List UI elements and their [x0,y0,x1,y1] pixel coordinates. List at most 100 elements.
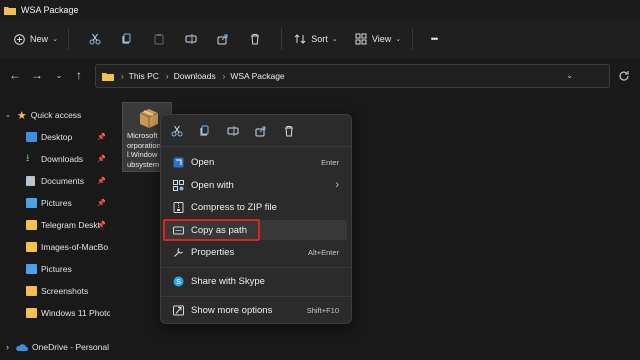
share-icon [255,126,266,137]
arrow-right-icon: → [31,68,43,82]
download-arrow-icon: ⭳ [26,152,30,164]
menu-item-label: Show more options [191,304,273,316]
up-button[interactable]: ↑ [72,68,86,82]
show-more-icon [173,305,184,315]
menu-item-shortcut: Enter [321,157,339,167]
arrow-up-icon: ↑ [76,68,82,82]
more-options-button[interactable]: ••• [419,26,449,52]
menu-item-open-with[interactable]: Open with › [165,175,347,195]
folder-icon [4,6,16,15]
sidebar-item-documents[interactable]: Documents 📌 [0,170,110,192]
sidebar-item-label: Windows 11 Photo [41,308,110,318]
sidebar-item-windows-11-photos[interactable]: Windows 11 Photo [0,302,110,324]
sidebar-item-images-of-macbook[interactable]: Images-of-MacBo [0,236,110,258]
copy-button[interactable] [111,26,143,52]
share-icon [217,34,228,45]
rename-icon [227,126,239,136]
command-bar: New ⌄ Sort ⌄ View ⌄ ••• [0,20,640,58]
cut-button[interactable] [79,26,111,52]
forward-button[interactable]: → [30,68,44,82]
svg-text:S: S [176,279,181,286]
copy-button[interactable] [197,123,213,139]
view-button[interactable]: View ⌄ [350,26,406,52]
folder-icon [26,286,37,296]
chevron-right-icon: › [335,179,339,191]
address-bar[interactable]: › This PC › Downloads › WSA Package ⌄ [95,64,629,88]
menu-item-label: Share with Skype [191,275,265,287]
package-icon [139,109,159,128]
sidebar-item-quick-access[interactable]: ⌄ ★ Quick access [0,104,110,126]
menu-item-shortcut: Shift+F10 [306,305,339,315]
sidebar-item-label: Quick access [30,110,82,120]
pin-icon: 📌 [97,222,106,229]
menu-item-show-more-options[interactable]: Show more options Shift+F10 [165,300,347,320]
sidebar-item-telegram-desktop[interactable]: Telegram Deskt 📌 [0,214,110,236]
pin-icon: 📌 [97,178,106,185]
menu-item-compress-zip[interactable]: Compress to ZIP file [165,197,347,217]
sidebar-item-label: Telegram Deskt [41,220,101,230]
scissors-icon [171,125,183,137]
navigation-pane: ⌄ ★ Quick access Desktop 📌 ⭳ Downloads 📌… [0,94,110,360]
chevron-down-icon: ⌄ [395,36,402,43]
sort-label: Sort [311,34,328,44]
breadcrumb-wsa-package[interactable]: WSA Package [230,71,284,81]
view-grid-icon [355,33,367,45]
cut-button[interactable] [169,123,185,139]
highlight-box [163,219,260,241]
divider [68,28,69,50]
cloud-icon [16,343,28,351]
sidebar-item-downloads[interactable]: ⭳ Downloads 📌 [0,148,110,170]
open-app-icon [173,157,184,167]
chevron-down-icon: ⌄ [5,112,11,119]
arrow-left-icon: ← [9,68,21,82]
chevron-down-icon: ⌄ [52,36,58,43]
sort-button[interactable]: Sort ⌄ [288,26,344,52]
menu-item-properties[interactable]: Properties Alt+Enter [165,242,347,262]
sidebar-item-pictures-2[interactable]: Pictures [0,258,110,280]
documents-icon [26,176,35,186]
delete-button[interactable] [239,26,271,52]
breadcrumb-this-pc[interactable]: This PC [129,71,159,81]
trash-icon [251,34,259,45]
pictures-icon [26,198,37,208]
window-title: WSA Package [21,5,79,15]
folder-icon [102,72,114,81]
plus-circle-icon [14,33,25,45]
recent-dropdown-button[interactable]: ⌄ [52,68,66,82]
menu-item-share-skype[interactable]: S Share with Skype [165,271,347,291]
desktop-icon [26,132,37,142]
properties-wrench-icon [174,247,183,257]
paste-button[interactable] [143,26,175,52]
breadcrumb-downloads[interactable]: Downloads [174,71,216,81]
pin-icon: 📌 [97,156,106,163]
folder-icon [26,242,37,252]
chevron-down-icon: ⌄ [331,36,338,43]
star-icon: ★ [16,109,27,122]
share-button[interactable] [207,26,239,52]
sidebar-item-label: Screenshots [41,286,89,296]
sidebar-item-pictures[interactable]: Pictures 📌 [0,192,110,214]
new-button[interactable]: New ⌄ [10,26,62,52]
trash-icon [285,126,293,137]
zip-icon [173,201,184,213]
rename-button[interactable] [175,26,207,52]
refresh-icon[interactable] [617,69,631,83]
sidebar-item-onedrive[interactable]: › OneDrive - Personal [0,336,110,358]
chevron-right-icon: › [121,71,124,81]
sidebar-item-screenshots[interactable]: Screenshots [0,280,110,302]
chevron-down-icon: ⌄ [55,70,63,80]
delete-button[interactable] [281,123,297,139]
rename-button[interactable] [225,123,241,139]
scissors-icon [89,33,101,45]
menu-item-label: Compress to ZIP file [191,201,277,213]
menu-item-open[interactable]: Open Enter [165,152,347,172]
menu-item-label: Open [191,156,215,168]
sidebar-item-label: Images-of-MacBo [41,242,109,252]
share-button[interactable] [253,123,269,139]
sidebar-item-label: Pictures [41,264,72,274]
back-button[interactable]: ← [8,68,22,82]
sidebar-item-desktop[interactable]: Desktop 📌 [0,126,110,148]
new-label: New [30,34,49,44]
divider [281,28,282,50]
address-history-chevron-icon[interactable]: ⌄ [566,71,573,80]
